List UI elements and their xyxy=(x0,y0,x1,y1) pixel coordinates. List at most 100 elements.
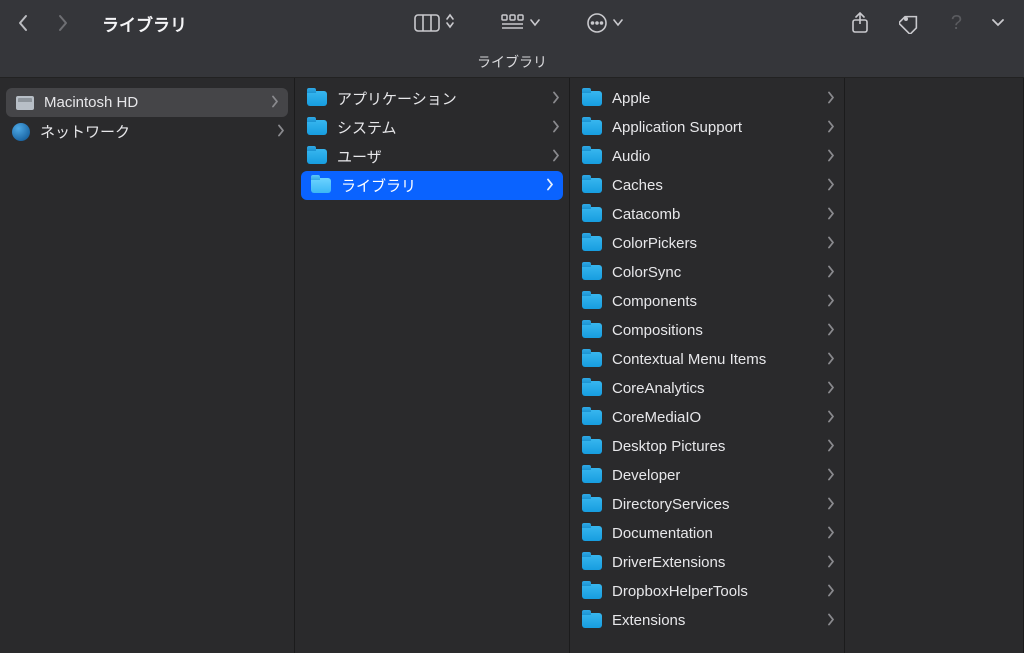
chevron-right-icon xyxy=(827,206,835,223)
folder-icon xyxy=(582,207,602,222)
item-label: ユーザ xyxy=(337,146,382,167)
path-bar-current[interactable]: ライブラリ xyxy=(477,52,547,72)
list-item[interactable]: ライブラリ xyxy=(301,171,563,200)
list-item[interactable]: Apple xyxy=(570,84,844,113)
list-item[interactable]: Catacomb xyxy=(570,200,844,229)
item-label: ColorSync xyxy=(612,264,681,281)
folder-icon xyxy=(307,91,327,106)
chevron-right-icon xyxy=(552,90,560,107)
folder-icon xyxy=(582,497,602,512)
list-item[interactable]: Desktop Pictures xyxy=(570,432,844,461)
item-label: アプリケーション xyxy=(337,88,457,109)
item-label: DriverExtensions xyxy=(612,554,725,571)
toolbar-left-group: ライブラリ xyxy=(14,11,187,36)
chevron-right-icon xyxy=(546,177,554,194)
item-label: DropboxHelperTools xyxy=(612,583,748,600)
item-label: Caches xyxy=(612,177,663,194)
chevron-right-icon xyxy=(827,467,835,484)
folder-icon xyxy=(311,178,331,193)
chevron-down-icon[interactable] xyxy=(992,14,1004,32)
list-item[interactable]: ColorPickers xyxy=(570,229,844,258)
folder-icon xyxy=(582,120,602,135)
chevron-right-icon xyxy=(552,148,560,165)
folder-icon xyxy=(582,265,602,280)
item-label: ライブラリ xyxy=(341,175,416,196)
folder-icon xyxy=(582,555,602,570)
list-item[interactable]: CoreAnalytics xyxy=(570,374,844,403)
list-item[interactable]: Extensions xyxy=(570,606,844,635)
harddisk-icon xyxy=(16,96,34,110)
list-item[interactable]: DropboxHelperTools xyxy=(570,577,844,606)
folder-icon xyxy=(582,352,602,367)
chevron-down-icon xyxy=(613,14,623,32)
list-item[interactable]: システム xyxy=(295,113,569,142)
list-item[interactable]: ユーザ xyxy=(295,142,569,171)
item-label: Catacomb xyxy=(612,206,680,223)
item-label: ColorPickers xyxy=(612,235,697,252)
forward-button[interactable] xyxy=(54,14,72,32)
list-item[interactable]: Developer xyxy=(570,461,844,490)
chevron-right-icon xyxy=(827,409,835,426)
list-item[interactable]: Compositions xyxy=(570,316,844,345)
column-browser: Macintosh HDネットワーク アプリケーションシステムユーザライブラリ … xyxy=(0,78,1024,653)
item-label: Audio xyxy=(612,148,650,165)
chevron-right-icon xyxy=(271,94,279,111)
chevron-right-icon xyxy=(552,119,560,136)
item-label: Desktop Pictures xyxy=(612,438,725,455)
folder-icon xyxy=(582,584,602,599)
folder-icon xyxy=(582,323,602,338)
item-label: Contextual Menu Items xyxy=(612,351,766,368)
folder-icon xyxy=(307,120,327,135)
chevron-right-icon xyxy=(827,380,835,397)
item-label: DirectoryServices xyxy=(612,496,730,513)
list-item[interactable]: Contextual Menu Items xyxy=(570,345,844,374)
list-item[interactable]: ColorSync xyxy=(570,258,844,287)
folder-icon xyxy=(582,91,602,106)
chevron-right-icon xyxy=(827,583,835,600)
folder-icon xyxy=(582,294,602,309)
folder-icon xyxy=(582,410,602,425)
list-item[interactable]: Caches xyxy=(570,171,844,200)
list-item[interactable]: アプリケーション xyxy=(295,84,569,113)
help-button[interactable]: ? xyxy=(951,12,962,35)
item-label: Extensions xyxy=(612,612,685,629)
list-item[interactable]: CoreMediaIO xyxy=(570,403,844,432)
chevron-right-icon xyxy=(827,264,835,281)
folder-icon xyxy=(582,613,602,628)
item-label: Application Support xyxy=(612,119,742,136)
toolbar-center-group xyxy=(187,12,851,34)
chevron-right-icon xyxy=(827,119,835,136)
list-item[interactable]: Components xyxy=(570,287,844,316)
item-label: Macintosh HD xyxy=(44,94,138,111)
column-2: Apple Application Support Audio Caches Catac… xyxy=(570,78,845,653)
back-button[interactable] xyxy=(14,14,32,32)
item-label: システム xyxy=(337,117,397,138)
list-item[interactable]: Application Support xyxy=(570,113,844,142)
list-item[interactable]: DriverExtensions xyxy=(570,548,844,577)
list-item[interactable]: DirectoryServices xyxy=(570,490,844,519)
chevron-right-icon xyxy=(827,90,835,107)
column-3 xyxy=(845,78,1024,653)
item-label: Documentation xyxy=(612,525,713,542)
list-item[interactable]: ネットワーク xyxy=(0,117,294,146)
list-item[interactable]: Macintosh HD xyxy=(6,88,288,117)
item-label: CoreAnalytics xyxy=(612,380,705,397)
folder-icon xyxy=(582,468,602,483)
tags-button[interactable] xyxy=(899,12,921,34)
item-label: Developer xyxy=(612,467,680,484)
chevron-right-icon xyxy=(827,612,835,629)
item-label: Apple xyxy=(612,90,650,107)
toolbar-right-group: ? xyxy=(851,12,1010,35)
view-columns-button[interactable] xyxy=(414,13,455,34)
folder-icon xyxy=(582,439,602,454)
chevron-right-icon xyxy=(827,554,835,571)
group-by-button[interactable] xyxy=(501,14,540,32)
chevron-down-icon xyxy=(530,14,540,32)
chevron-right-icon xyxy=(827,177,835,194)
list-item[interactable]: Audio xyxy=(570,142,844,171)
chevron-right-icon xyxy=(827,525,835,542)
list-item[interactable]: Documentation xyxy=(570,519,844,548)
share-button[interactable] xyxy=(851,12,869,34)
action-menu-button[interactable] xyxy=(586,12,623,34)
item-label: CoreMediaIO xyxy=(612,409,701,426)
